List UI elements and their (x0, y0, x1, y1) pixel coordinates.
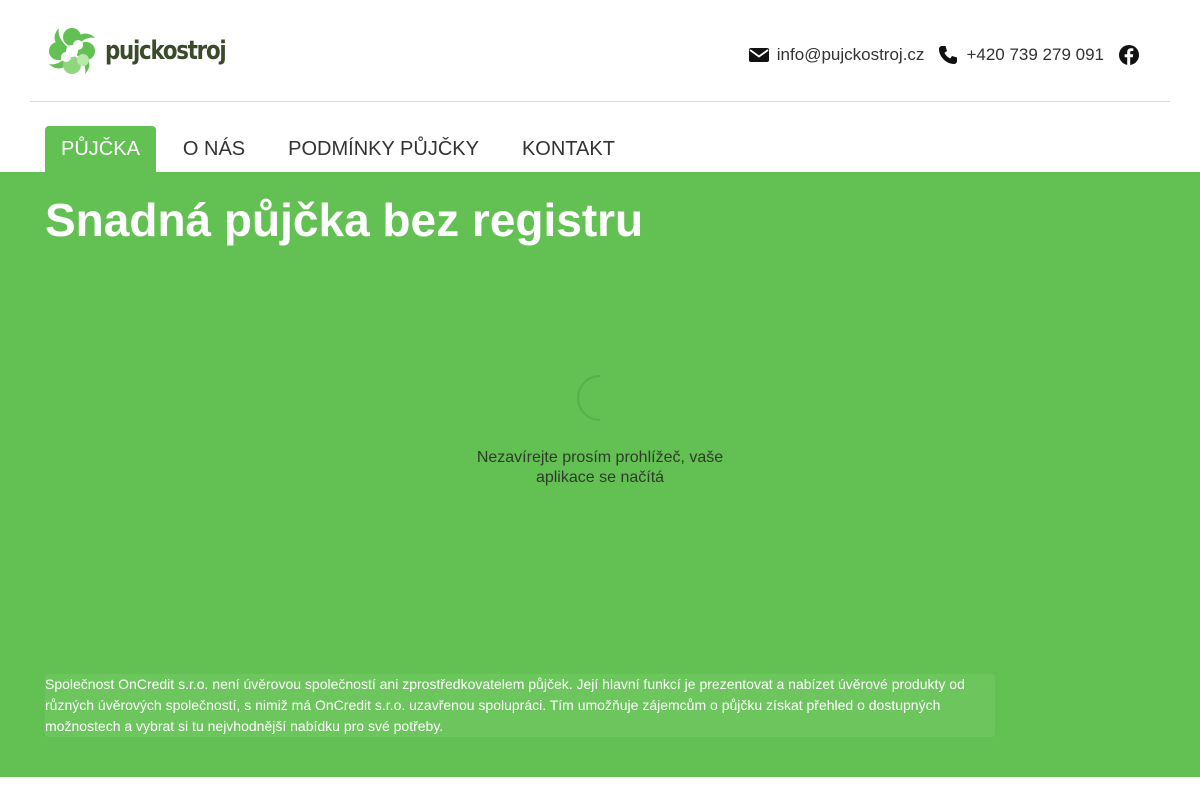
site-header: pujckostroj info@pujckostroj.cz +420 739… (0, 0, 1200, 172)
disclaimer-text: Společnost OnCredit s.r.o. není úvěrovou… (45, 676, 965, 734)
main-nav: PŮJČKA O NÁS PODMÍNKY PŮJČKY KONTAKT (45, 126, 642, 172)
phone-text: +420 739 279 091 (966, 45, 1104, 64)
page-title: Snadná půjčka bez registru (45, 194, 644, 246)
nav-item-o-nas[interactable]: O NÁS (167, 126, 261, 172)
nav-item-kontakt[interactable]: KONTAKT (506, 126, 631, 172)
phone-icon (939, 46, 958, 64)
facebook-link[interactable] (1118, 44, 1148, 66)
logo-text: pujckostroj (105, 36, 227, 66)
nav-item-pujcka[interactable]: PŮJČKA (45, 126, 156, 172)
loading-message: Nezavírejte prosím prohlížeč, vaše aplik… (460, 448, 740, 488)
loading-spinner-icon (577, 375, 601, 421)
logo-mark-icon (45, 24, 99, 78)
email-text: info@pujckostroj.cz (776, 45, 925, 64)
facebook-icon (1119, 45, 1139, 65)
envelope-icon (748, 48, 769, 62)
disclaimer-box: Společnost OnCredit s.r.o. není úvěrovou… (45, 674, 995, 737)
logo[interactable]: pujckostroj (45, 24, 252, 78)
loading-line-1: Nezavírejte prosím prohlížeč, vaše (476, 449, 724, 466)
header-divider (30, 101, 1170, 102)
nav-item-podminky-pujcky[interactable]: PODMÍNKY PŮJČKY (272, 126, 495, 172)
hero-section: Snadná půjčka bez registru Nezavírejte p… (0, 172, 1200, 777)
phone-link[interactable]: +420 739 279 091 (938, 45, 1104, 65)
header-contacts: info@pujckostroj.cz +420 739 279 091 (735, 44, 1148, 66)
footer-strip (0, 777, 1200, 800)
loading-line-2: aplikace se načítá (535, 469, 665, 486)
email-link[interactable]: info@pujckostroj.cz (748, 45, 925, 65)
